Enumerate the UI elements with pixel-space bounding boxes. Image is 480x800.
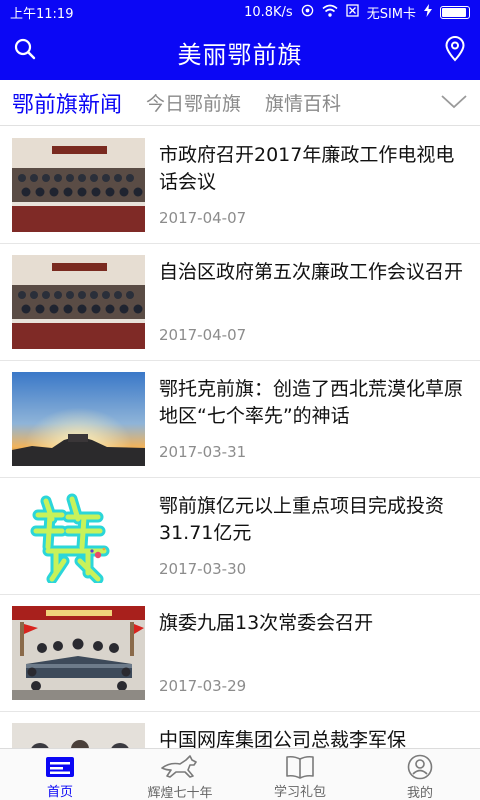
user-icon — [407, 754, 433, 780]
news-title: 市政府召开2017年廉政工作电视电话会议 — [159, 144, 455, 193]
news-thumbnail — [12, 372, 145, 466]
news-date: 2017-03-30 — [159, 560, 247, 578]
news-item[interactable]: 旗委九届13次常委会召开 2017-03-29 — [0, 595, 480, 712]
news-item[interactable]: 鄂前旗亿元以上重点项目完成投资31.71亿元 2017-03-30 — [0, 478, 480, 595]
page-title: 美丽鄂前旗 — [177, 40, 303, 69]
tab-eqianqi-news[interactable]: 鄂前旗新闻 — [12, 87, 122, 119]
news-date: 2017-03-29 — [159, 677, 247, 695]
category-tabs: 鄂前旗新闻 今日鄂前旗 旗情百科 — [0, 80, 480, 126]
sim-status: 无SIM卡 — [366, 6, 416, 22]
charging-icon — [424, 3, 432, 21]
location-button[interactable] — [440, 36, 470, 66]
sync-icon — [301, 4, 314, 21]
nav-label: 我的 — [406, 786, 433, 800]
location-pin-icon — [444, 36, 466, 66]
status-time: 上午11:19 — [10, 6, 74, 22]
tab-encyclopedia[interactable]: 旗情百科 — [265, 89, 341, 116]
news-thumbnail — [12, 723, 145, 748]
expand-tabs-button[interactable] — [440, 90, 468, 116]
news-list: 市政府召开2017年廉政工作电视电话会议 2017-04-07 自治区政府第五次… — [0, 127, 480, 748]
book-icon — [285, 754, 315, 779]
news-thumbnail — [12, 489, 145, 583]
news-item[interactable]: 中国网库集团公司总裁李军保 — [0, 712, 480, 748]
news-thumbnail — [12, 606, 145, 700]
nav-label: 首页 — [46, 785, 73, 800]
wifi-icon — [322, 4, 338, 21]
news-item[interactable]: 自治区政府第五次廉政工作会议召开 2017-04-07 — [0, 244, 480, 361]
sim-card-icon — [346, 3, 359, 21]
nav-item-glorious-seventy-years[interactable]: 辉煌七十年 — [120, 749, 240, 800]
news-title: 鄂前旗亿元以上重点项目完成投资31.71亿元 — [159, 495, 445, 544]
nav-item-mine[interactable]: 我的 — [360, 749, 480, 800]
app-root: 上午11:19 10.8K/s 无SIM卡 美丽鄂前旗 鄂前旗新闻 今日鄂前旗 … — [0, 0, 480, 800]
news-title: 鄂托克前旗：创造了西北荒漠化草原地区“七个率先”的神话 — [159, 378, 464, 427]
news-item[interactable]: 鄂托克前旗：创造了西北荒漠化草原地区“七个率先”的神话 2017-03-31 — [0, 361, 480, 478]
news-title: 自治区政府第五次廉政工作会议召开 — [159, 261, 464, 283]
home-icon — [45, 754, 75, 779]
news-title: 中国网库集团公司总裁李军保 — [159, 729, 407, 748]
news-thumbnail — [12, 255, 145, 349]
news-title: 旗委九届13次常委会召开 — [159, 612, 374, 634]
battery-icon — [440, 5, 470, 19]
news-thumbnail — [12, 138, 145, 232]
title-bar: 美丽鄂前旗 — [0, 24, 480, 80]
nav-label: 辉煌七十年 — [147, 786, 213, 800]
news-date: 2017-03-31 — [159, 443, 247, 461]
bottom-nav: 首页 辉煌七十年 学习礼包 我的 — [0, 748, 480, 800]
search-icon — [13, 37, 37, 65]
news-date: 2017-04-07 — [159, 326, 247, 344]
tab-today-eqianqi[interactable]: 今日鄂前旗 — [146, 89, 241, 116]
chevron-down-icon — [441, 94, 467, 113]
nav-item-study-package[interactable]: 学习礼包 — [240, 749, 360, 800]
search-button[interactable] — [10, 36, 40, 66]
horse-icon — [160, 754, 200, 780]
status-indicators: 10.8K/s 无SIM卡 — [244, 3, 470, 22]
status-bar: 上午11:19 10.8K/s 无SIM卡 — [0, 0, 480, 24]
nav-label: 学习礼包 — [273, 785, 326, 800]
header: 上午11:19 10.8K/s 无SIM卡 美丽鄂前旗 — [0, 0, 480, 80]
news-item[interactable]: 市政府召开2017年廉政工作电视电话会议 2017-04-07 — [0, 127, 480, 244]
news-date: 2017-04-07 — [159, 209, 247, 227]
nav-item-home[interactable]: 首页 — [0, 749, 120, 800]
network-speed: 10.8K/s — [244, 4, 293, 20]
